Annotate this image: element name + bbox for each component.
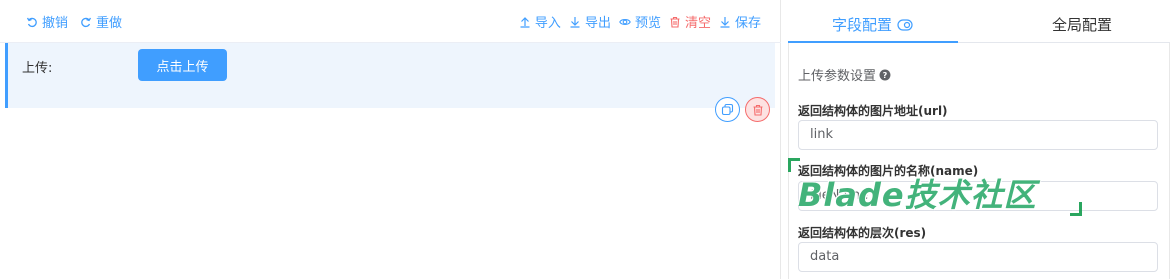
config-panel: 字段配置 全局配置 上传参数设置 ? 返回结构体的图片地址(url) link … (788, 0, 1170, 279)
upload-form-item[interactable]: 上传: 点击上传 (5, 43, 775, 108)
help-icon[interactable]: ? (879, 69, 891, 81)
toolbar-actions: 导入 导出 预览 清空 保存 (519, 12, 761, 31)
tab-global-config-label: 全局配置 (1052, 16, 1113, 34)
preview-label: 预览 (634, 16, 661, 31)
undo-button[interactable]: 撤销 (26, 12, 68, 31)
toolbar: 撤销 重做 导入 导出 预览 清空 保存 (0, 0, 781, 43)
undo-label: 撤销 (42, 16, 69, 31)
tab-global-config[interactable]: 全局配置 (1052, 14, 1112, 35)
trash-icon (670, 16, 680, 28)
export-button[interactable]: 导出 (569, 12, 611, 31)
tab-field-config[interactable]: 字段配置 (832, 14, 913, 35)
toolbar-history: 撤销 重做 (26, 12, 122, 31)
name-field-input[interactable]: fileName (798, 181, 1158, 211)
download-arrow-icon (720, 16, 730, 28)
redo-icon (81, 17, 92, 27)
redo-label: 重做 (96, 16, 123, 31)
save-label: 保存 (734, 16, 761, 31)
clear-button[interactable]: 清空 (669, 12, 711, 31)
section-title: 上传参数设置 ? (798, 65, 891, 84)
download-arrow-icon (570, 16, 580, 28)
clear-label: 清空 (684, 16, 711, 31)
url-field-label: 返回结构体的图片地址(url) (798, 104, 948, 118)
upload-field-label: 上传: (22, 61, 53, 76)
url-field-input[interactable]: link (798, 120, 1158, 150)
eye-icon (619, 18, 631, 25)
import-label: 导入 (534, 16, 561, 31)
form-designer: 撤销 重做 导入 导出 预览 清空 保存 上传: 点击上传 字段配置 全局配置 … (0, 0, 1172, 279)
click-upload-button[interactable]: 点击上传 (138, 49, 227, 81)
form-canvas: 撤销 重做 导入 导出 预览 清空 保存 上传: 点击上传 (0, 0, 781, 279)
copy-field-button[interactable] (715, 97, 740, 122)
undo-icon (26, 17, 37, 27)
trash-icon (753, 104, 762, 116)
redo-button[interactable]: 重做 (80, 12, 122, 31)
save-button[interactable]: 保存 (719, 12, 761, 31)
name-field-label: 返回结构体的图片的名称(name) (798, 164, 979, 178)
res-field-label: 返回结构体的层次(res) (798, 226, 927, 240)
export-label: 导出 (584, 16, 611, 31)
tab-field-config-label: 字段配置 (832, 16, 893, 34)
res-field-input[interactable]: data (798, 242, 1158, 272)
import-button[interactable]: 导入 (519, 12, 561, 31)
config-tabs: 字段配置 全局配置 (788, 0, 1170, 43)
svg-text:?: ? (883, 71, 888, 80)
copy-icon (721, 103, 734, 116)
eye-toggle-icon[interactable] (897, 19, 913, 31)
preview-button[interactable]: 预览 (619, 12, 661, 31)
delete-field-button[interactable] (745, 97, 770, 122)
upload-arrow-icon (520, 16, 530, 28)
section-title-label: 上传参数设置 (798, 69, 877, 84)
